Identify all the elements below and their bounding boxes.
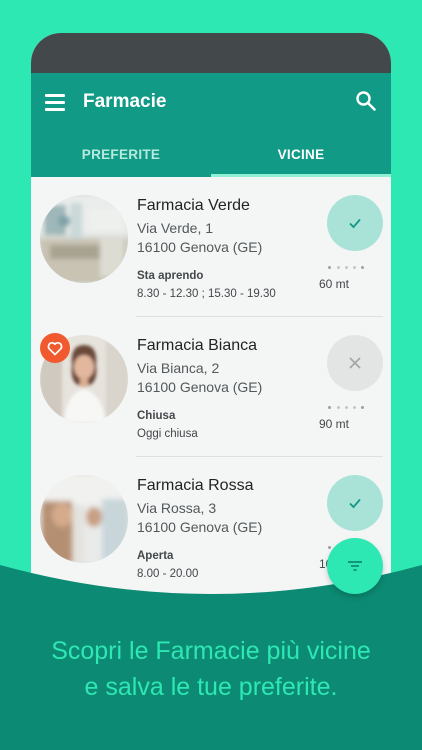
open-check-icon[interactable] bbox=[327, 195, 383, 251]
search-icon[interactable] bbox=[355, 90, 377, 112]
pharmacy-photo bbox=[40, 475, 128, 563]
distance: 60 mt bbox=[319, 277, 350, 291]
app-bar: Farmacie PREFERITE VICINE bbox=[31, 73, 391, 177]
opening-status: Sta aprendo bbox=[137, 270, 204, 282]
distance-dots-icon bbox=[328, 265, 366, 271]
pharmacy-card[interactable]: Farmacia Bianca Via Bianca, 2 16100 Geno… bbox=[31, 317, 391, 457]
app-title: Farmacie bbox=[83, 91, 167, 112]
heart-icon[interactable] bbox=[40, 333, 70, 363]
open-check-icon[interactable] bbox=[327, 475, 383, 531]
tab-bar: PREFERITE VICINE bbox=[31, 137, 391, 177]
distance: 90 mt bbox=[319, 417, 350, 431]
pharmacy-street: Via Rossa, 3 bbox=[137, 500, 217, 516]
pharmacy-city: 16100 Genova (GE) bbox=[137, 379, 263, 395]
pharmacy-street: Via Bianca, 2 bbox=[137, 360, 220, 376]
pharmacy-name: Farmacia Verde bbox=[137, 197, 250, 214]
tab-preferite[interactable]: PREFERITE bbox=[31, 137, 211, 177]
tagline-line-1: Scopri le Farmacie più vicine bbox=[51, 637, 371, 665]
pharmacy-name: Farmacia Bianca bbox=[137, 337, 258, 354]
closed-x-icon[interactable] bbox=[327, 335, 383, 391]
tagline: Scopri le Farmacie più vicine e salva le… bbox=[0, 633, 422, 705]
pharmacy-city: 16100 Genova (GE) bbox=[137, 519, 263, 535]
opening-status: Aperta bbox=[137, 550, 174, 562]
pharmacy-photo bbox=[40, 195, 128, 283]
opening-status: Chiusa bbox=[137, 410, 176, 422]
opening-hours: 8.30 - 12.30 ; 15.30 - 19.30 bbox=[137, 288, 276, 300]
opening-hours: Oggi chiusa bbox=[137, 428, 198, 440]
pharmacy-city: 16100 Genova (GE) bbox=[137, 239, 263, 255]
pharmacy-name: Farmacia Rossa bbox=[137, 477, 254, 494]
tab-vicine[interactable]: VICINE bbox=[211, 137, 391, 177]
filter-icon[interactable] bbox=[327, 538, 383, 594]
tagline-line-2: e salva le tue preferite. bbox=[84, 673, 338, 701]
pharmacy-card[interactable]: Farmacia Verde Via Verde, 1 16100 Genova… bbox=[31, 177, 391, 317]
pharmacy-list: Farmacia Verde Via Verde, 1 16100 Genova… bbox=[31, 177, 391, 597]
pharmacy-street: Via Verde, 1 bbox=[137, 220, 214, 236]
hamburger-menu-icon[interactable] bbox=[45, 94, 65, 111]
status-bar bbox=[31, 33, 391, 73]
distance-dots-icon bbox=[328, 405, 366, 411]
